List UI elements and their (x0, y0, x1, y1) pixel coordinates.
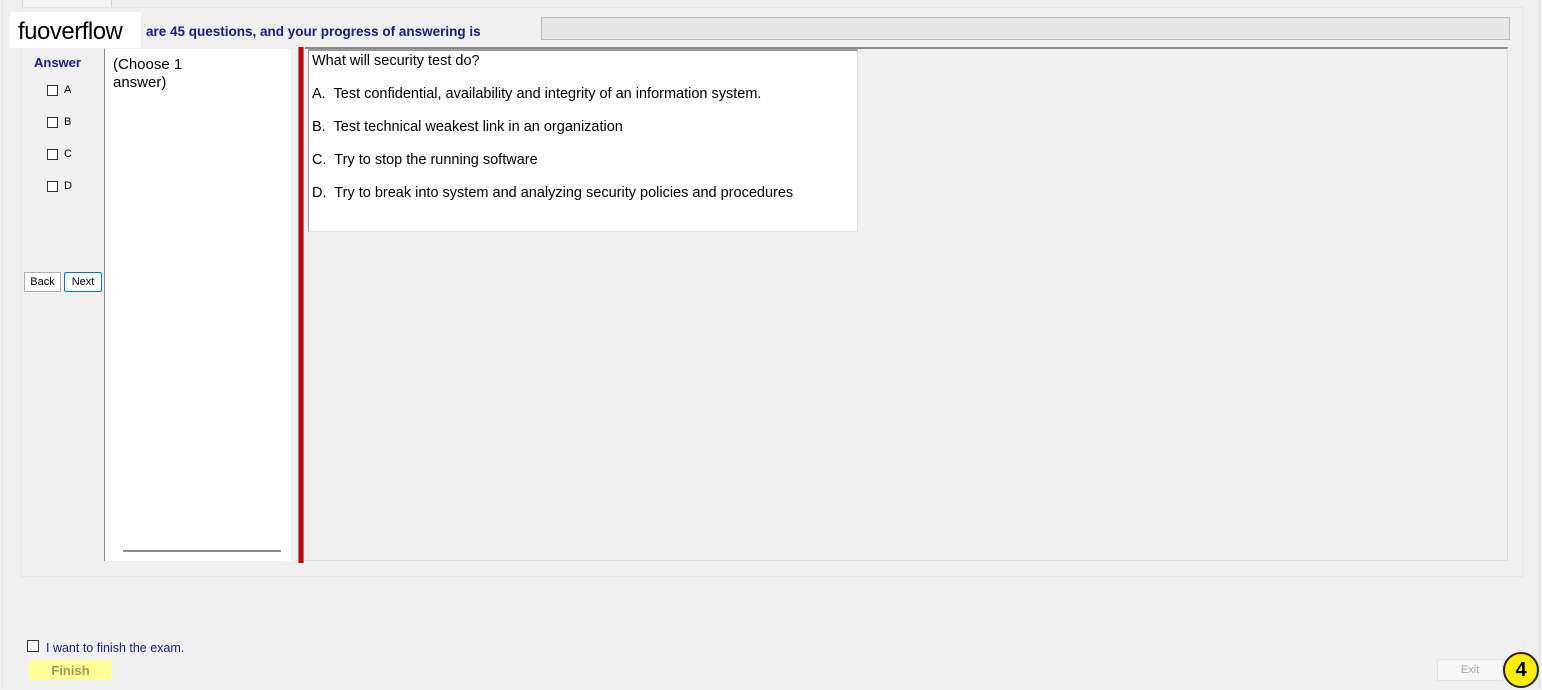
choice-text: Try to stop the running software (334, 152, 538, 168)
answer-option-label: B (64, 116, 72, 128)
answer-option-b[interactable]: B (47, 114, 71, 130)
choice-letter: A. (312, 86, 326, 102)
watermark-logo: fuoverflow (10, 12, 141, 48)
instruction-line-1: (Choose 1 (113, 56, 183, 73)
answer-option-a[interactable]: A (47, 82, 71, 98)
exit-button[interactable]: Exit (1437, 659, 1503, 681)
answer-checkbox-a[interactable] (47, 84, 58, 96)
answer-option-c[interactable]: C (47, 146, 72, 162)
panel-splitter[interactable] (298, 47, 304, 563)
finish-button[interactable]: Finish (29, 660, 112, 680)
choice-letter: B. (312, 119, 326, 135)
instruction-text: (Choose 1 answer) (113, 56, 283, 92)
instruction-line-2: answer) (113, 74, 167, 91)
answer-checkbox-d[interactable] (47, 180, 58, 192)
question-choice-c: C. Try to stop the running software (312, 152, 538, 168)
question-text: What will security test do? (312, 53, 480, 69)
question-choice-b: B. Test technical weakest link in an org… (312, 119, 623, 135)
instruction-panel: (Choose 1 answer) (104, 49, 291, 561)
choice-letter: D. (312, 185, 327, 201)
logo-text: fuoverflow (18, 18, 123, 45)
back-button[interactable]: Back (24, 272, 61, 292)
answer-heading: Answer (34, 55, 81, 70)
answer-option-label: D (64, 180, 72, 192)
choice-text: Try to break into system and analyzing s… (334, 185, 794, 201)
progress-label: are 45 questions, and your progress of a… (146, 24, 481, 39)
choice-text: Test confidential, availability and inte… (333, 86, 762, 102)
choice-text: Test technical weakest link in an organi… (333, 119, 623, 135)
question-choice-a: A. Test confidential, availability and i… (312, 86, 761, 102)
question-box: What will security test do? A. Test conf… (308, 49, 858, 232)
progress-bar (541, 17, 1510, 40)
number-badge: 4 (1503, 652, 1539, 688)
answer-option-label: C (64, 148, 72, 160)
question-choice-d: D. Try to break into system and analyzin… (312, 185, 793, 201)
answer-checkbox-b[interactable] (47, 116, 58, 128)
answer-option-label: A (64, 84, 72, 96)
finish-exam-checkbox[interactable] (27, 640, 39, 652)
next-button[interactable]: Next (64, 272, 102, 292)
answer-checkbox-c[interactable] (47, 148, 58, 160)
finish-exam-label[interactable]: I want to finish the exam. (46, 641, 184, 655)
horizontal-scrollbar[interactable] (123, 550, 281, 552)
answer-option-d[interactable]: D (47, 178, 72, 194)
choice-letter: C. (312, 152, 327, 168)
